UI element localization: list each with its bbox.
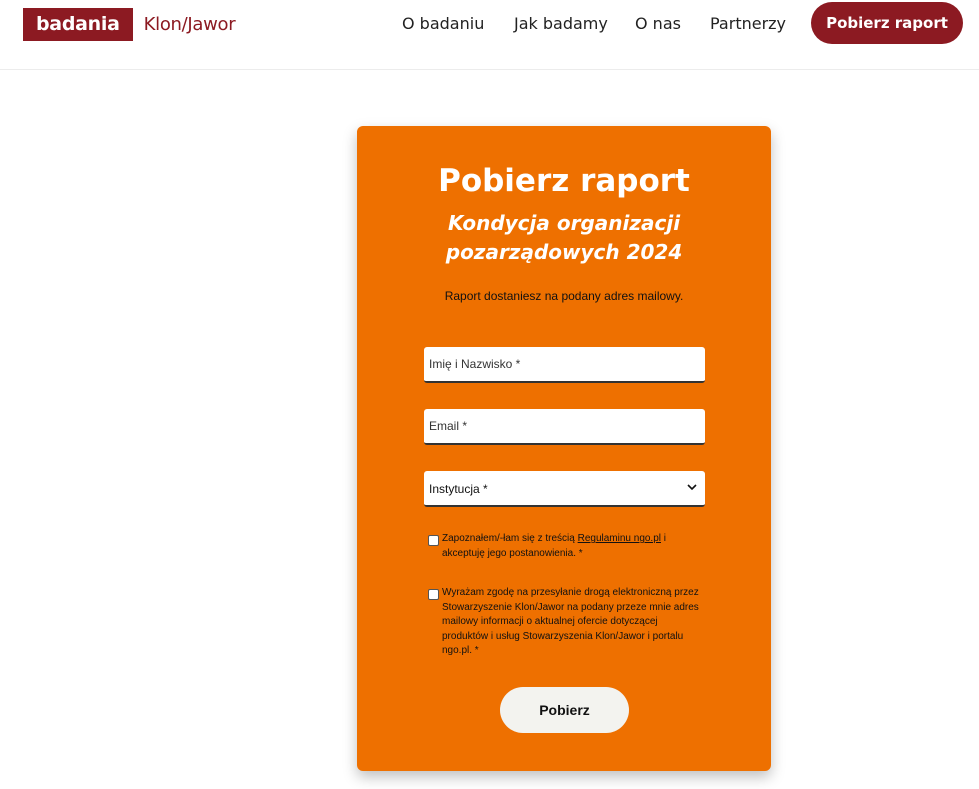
- institution-select[interactable]: Instytucja *: [424, 471, 705, 507]
- form-subtitle: Kondycja organizacji pozarządowych 2024: [357, 209, 771, 267]
- nav-link-partnerzy[interactable]: Partnerzy: [710, 14, 786, 33]
- download-form-card: Pobierz raport Kondycja organizacji poza…: [357, 126, 771, 771]
- download-report-button[interactable]: Pobierz raport: [811, 2, 963, 44]
- marketing-consent-text: Wyrażam zgodę na przesyłanie drogą elekt…: [442, 587, 699, 656]
- subtitle-line-1: Kondycja organizacji: [447, 211, 681, 235]
- logo-text: Klon/Jawor: [143, 14, 236, 35]
- terms-consent-text: Zapoznałem/-łam się z treścią Regulaminu…: [442, 532, 700, 561]
- site-logo[interactable]: badania Klon/Jawor: [23, 8, 236, 41]
- nav-link-jak-badamy[interactable]: Jak badamy: [514, 14, 608, 33]
- site-header: badania Klon/Jawor O badaniu Jak badamy …: [0, 0, 979, 70]
- terms-link[interactable]: Regulaminu ngo.pl: [578, 533, 661, 544]
- terms-text-before: Zapoznałem/-łam się z treścią: [442, 533, 578, 544]
- nav-link-o-badaniu[interactable]: O badaniu: [402, 14, 484, 33]
- email-field[interactable]: [424, 409, 705, 445]
- marketing-consent-checkbox[interactable]: [428, 589, 439, 600]
- nav-link-o-nas[interactable]: O nas: [635, 14, 681, 33]
- submit-button[interactable]: Pobierz: [500, 687, 629, 733]
- institution-select-label: Instytucja *: [429, 482, 488, 496]
- form-note: Raport dostaniesz na podany adres mailow…: [444, 289, 684, 303]
- name-field[interactable]: [424, 347, 705, 383]
- terms-checkbox[interactable]: [428, 535, 439, 546]
- form-title: Pobierz raport: [438, 163, 690, 199]
- chevron-down-icon: [687, 484, 697, 491]
- subtitle-line-2: pozarządowych 2024: [445, 240, 683, 264]
- logo-badge: badania: [23, 8, 133, 41]
